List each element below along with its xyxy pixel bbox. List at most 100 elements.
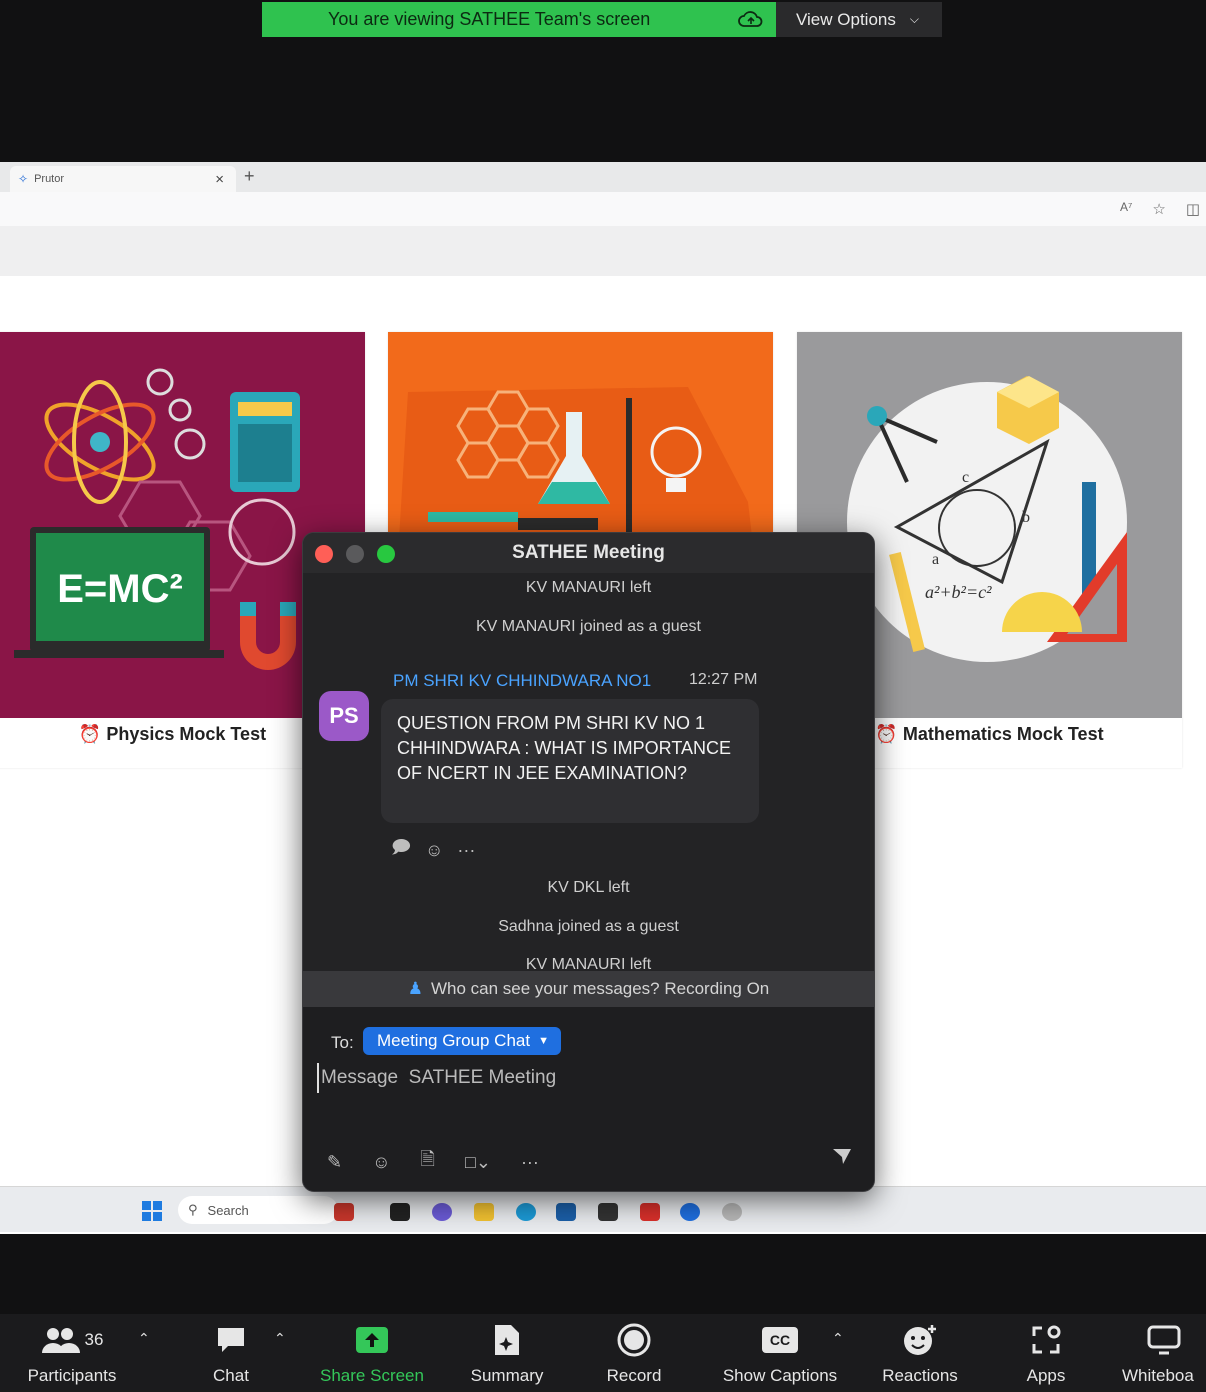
taskbar-app-bulb-icon[interactable] <box>722 1203 742 1221</box>
taskbar-app-store-icon[interactable] <box>556 1203 576 1221</box>
svg-text:c: c <box>962 469 969 486</box>
message-time: 12:27 PM <box>689 671 758 688</box>
recipient-dropdown[interactable]: Meeting Group Chat ▼ <box>363 1027 561 1055</box>
chat-compose-area: To: Meeting Group Chat ▼ ✎ ☺ 🗎 □⌄ ··· <box>303 1007 874 1191</box>
taskbar-app-zoom-icon[interactable] <box>680 1203 700 1221</box>
system-message: KV DKL left <box>547 879 630 896</box>
recipient-value: Meeting Group Chat <box>377 1031 531 1050</box>
emoji-icon[interactable]: ☺ <box>372 1152 390 1173</box>
record-label: Record <box>606 1366 662 1385</box>
message-input[interactable] <box>317 1063 857 1093</box>
screenshot-icon[interactable]: □⌄ <box>465 1152 491 1173</box>
participants-count: 36 <box>84 1330 104 1349</box>
participants-button[interactable]: 36 Participants <box>20 1314 124 1392</box>
more-options-icon[interactable]: ··· <box>521 1152 539 1173</box>
taskbar-search-box[interactable]: ⚲ Search <box>178 1196 338 1224</box>
participants-label: Participants <box>27 1366 117 1385</box>
recording-notice[interactable]: ♟ Who can see your messages? Recording O… <box>303 971 874 1007</box>
browser-tab[interactable]: ✧ Prutor × <box>10 166 236 192</box>
format-text-icon[interactable]: ✎ <box>327 1152 342 1173</box>
new-tab-button[interactable]: + <box>244 166 255 187</box>
screen-share-banner: You are viewing SATHEE Team's screen <box>262 2 776 37</box>
whiteboard-button[interactable]: Whiteboa <box>1122 1314 1206 1392</box>
svg-text:a: a <box>932 551 939 568</box>
more-options-icon[interactable]: ··· <box>457 840 475 861</box>
taskbar-app-edge-icon[interactable] <box>516 1203 536 1221</box>
system-message: Sadhna joined as a guest <box>498 918 679 935</box>
reply-thread-icon[interactable]: 🗩 <box>391 835 411 865</box>
share-screen-button[interactable]: Share Screen <box>312 1314 432 1392</box>
taskbar-app-chat-icon[interactable] <box>432 1203 452 1221</box>
compose-toolbar: ✎ ☺ 🗎 □⌄ ··· <box>327 1147 539 1177</box>
chat-window-title: SATHEE Meeting <box>512 542 665 563</box>
privacy-person-icon: ♟ <box>407 979 423 998</box>
cloud-icon <box>738 11 763 27</box>
physics-card-title-text: Physics Mock Test <box>106 724 267 744</box>
math-art-text: a²+b²=c² <box>925 582 992 602</box>
close-icon[interactable]: × <box>215 171 224 188</box>
taskbar-app-terminal-icon[interactable] <box>598 1203 618 1221</box>
taskbar-app-folder-icon[interactable] <box>474 1203 494 1221</box>
apps-label: Apps <box>1026 1366 1066 1385</box>
chat-window: SATHEE Meeting KV MANAURI left KV MANAUR… <box>302 532 875 1192</box>
summary-label: Summary <box>470 1366 544 1385</box>
caret-down-icon: ▼ <box>538 1035 549 1047</box>
apps-button[interactable]: Apps <box>1014 1314 1078 1392</box>
screen-share-banner-text: You are viewing SATHEE Team's screen <box>328 9 651 29</box>
share-screen-icon <box>356 1327 388 1353</box>
message-sender[interactable]: PM SHRI KV CHHINDWARA NO1 <box>393 671 651 691</box>
browser-tab-bar: ✧ Prutor × + <box>0 162 1206 192</box>
view-options-button[interactable]: View Options ⌵ <box>776 2 942 37</box>
apps-icon <box>1032 1325 1061 1354</box>
captions-chevron-up-icon[interactable]: ⌃ <box>832 1330 844 1347</box>
search-icon: ⚲ <box>188 1202 198 1217</box>
system-message: KV MANAURI left <box>525 579 652 596</box>
show-captions-label: Show Captions <box>722 1366 838 1385</box>
chat-icon <box>218 1328 244 1352</box>
browser-address-bar: A⁷ ☆ ◫ <box>0 192 1206 226</box>
split-screen-icon[interactable]: ◫ <box>1186 200 1200 218</box>
chat-chevron-up-icon[interactable]: ⌃ <box>274 1330 286 1347</box>
share-screen-label: Share Screen <box>320 1366 424 1385</box>
page-header-strip <box>0 226 1206 276</box>
whiteboard-label: Whiteboa <box>1122 1366 1194 1385</box>
avatar[interactable]: PS <box>319 691 369 741</box>
participants-icon <box>41 1328 80 1353</box>
chat-label: Chat <box>213 1366 249 1385</box>
close-window-icon[interactable] <box>315 545 333 563</box>
svg-text:b: b <box>1022 509 1030 526</box>
add-reaction-icon[interactable]: ☺ <box>425 840 443 861</box>
windows-taskbar: ⚲ Search <box>0 1186 1206 1232</box>
participants-chevron-up-icon[interactable]: ⌃ <box>138 1330 150 1347</box>
view-options-label: View Options <box>796 9 896 29</box>
taskbar-app-widget-icon[interactable] <box>334 1203 354 1221</box>
summary-icon <box>495 1325 519 1355</box>
recording-notice-text: Who can see your messages? Recording On <box>430 979 770 998</box>
browser-tab-title: Prutor <box>34 173 65 185</box>
record-button[interactable]: Record <box>598 1314 670 1392</box>
reactions-icon <box>904 1325 936 1355</box>
captions-cc-icon: CC <box>762 1327 798 1353</box>
reactions-button[interactable]: Reactions <box>872 1314 968 1392</box>
chat-button[interactable]: Chat <box>200 1314 262 1392</box>
taskbar-app-anydesk-icon[interactable] <box>640 1203 660 1221</box>
reactions-label: Reactions <box>882 1366 958 1385</box>
minimize-window-icon[interactable] <box>346 545 364 563</box>
chevron-down-icon: ⌵ <box>909 12 919 26</box>
attach-file-icon[interactable]: 🗎 <box>420 1147 434 1177</box>
maximize-window-icon[interactable] <box>377 545 395 563</box>
message-actions: 🗩 ☺ ··· <box>391 835 475 865</box>
star-icon[interactable]: ☆ <box>1152 200 1165 218</box>
alarm-clock-icon: ⏰ <box>875 724 898 744</box>
send-icon[interactable] <box>832 1147 852 1165</box>
read-aloud-icon[interactable]: A⁷ <box>1120 200 1132 218</box>
taskbar-search-label: Search <box>207 1202 249 1218</box>
taskbar-app-taskview-icon[interactable] <box>390 1203 410 1221</box>
windows-start-icon[interactable] <box>142 1201 162 1221</box>
show-captions-button[interactable]: CC Show Captions <box>712 1314 848 1392</box>
site-favicon-icon: ✧ <box>18 172 29 186</box>
summary-button[interactable]: Summary <box>460 1314 554 1392</box>
meeting-background-bottom <box>0 1234 1206 1314</box>
alarm-clock-icon: ⏰ <box>78 724 102 744</box>
chat-message-bubble[interactable]: QUESTION FROM PM SHRI KV NO 1 CHHINDWARA… <box>381 699 759 823</box>
